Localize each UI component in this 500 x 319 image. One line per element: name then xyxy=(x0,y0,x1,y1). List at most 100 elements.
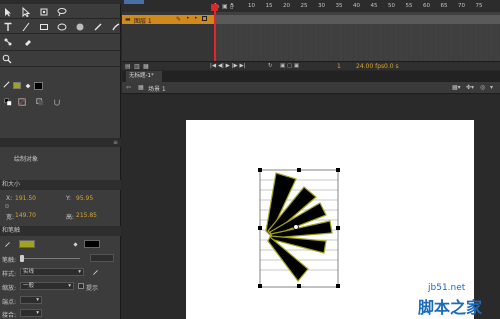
edit-symbol-icon[interactable]: ✤▾ xyxy=(466,84,474,91)
layer-frame-row[interactable] xyxy=(214,15,500,24)
x-value[interactable]: 191.50 xyxy=(15,195,36,202)
h-label: 高: xyxy=(66,214,75,221)
link-icon[interactable] xyxy=(4,203,10,211)
chevron-down-icon: ▾ xyxy=(36,297,39,303)
frame-ruler[interactable]: 151015202530354045505560657075 xyxy=(214,3,500,11)
tools-properties-panel: ≡ 绘制对象 和大小 X: 191.50 Y: 95.95 宽: 149.70 … xyxy=(0,0,121,319)
zoom-dropdown-icon[interactable]: ▾ xyxy=(490,84,493,91)
new-layer-icon[interactable]: ▤ xyxy=(125,63,131,70)
transform-handle[interactable] xyxy=(336,168,340,172)
timeline-tab[interactable] xyxy=(124,0,144,4)
frame-tick-label: 10 xyxy=(248,3,255,9)
onion-skin-icon[interactable]: ▣ ▢ ▣ xyxy=(280,63,299,69)
fill-stroke-section[interactable]: 和笔触 xyxy=(0,226,121,236)
text-tool-icon[interactable] xyxy=(2,21,14,33)
polystar-tool-icon[interactable] xyxy=(74,21,86,33)
fan-shape-drawing[interactable] xyxy=(250,165,345,290)
pencil-tool-icon[interactable] xyxy=(92,21,104,33)
stroke-swatch[interactable] xyxy=(13,82,21,89)
transform-handle[interactable] xyxy=(336,284,340,288)
panel-menu-icon[interactable]: ≡ xyxy=(113,139,118,146)
swap-colors-icon[interactable] xyxy=(36,98,44,108)
stroke-color-swatch[interactable] xyxy=(19,240,35,248)
stroke-width-input[interactable] xyxy=(90,254,114,262)
transform-point[interactable] xyxy=(293,224,299,230)
scale-dropdown[interactable]: 一般 ▾ xyxy=(20,282,74,290)
transform-handle[interactable] xyxy=(258,284,262,288)
join-label: 接合: xyxy=(2,312,17,319)
lock-dot-icon[interactable]: • xyxy=(194,15,198,22)
edit-stroke-style-icon[interactable] xyxy=(92,269,99,278)
playback-controls[interactable]: |◀ ◀| ▶ |▶ ▶| xyxy=(210,63,246,69)
stroke-slider-track[interactable] xyxy=(20,258,80,259)
free-transform-tool-icon[interactable] xyxy=(38,6,50,18)
no-color-icon[interactable] xyxy=(18,98,26,108)
fill-swatch[interactable] xyxy=(34,82,43,90)
outline-toggle-icon[interactable] xyxy=(202,16,207,21)
visibility-dot-icon[interactable]: • xyxy=(186,15,190,22)
style-value: 实线 xyxy=(23,269,35,275)
fill-bucket-icon xyxy=(72,241,79,250)
stroke-color-icon[interactable] xyxy=(2,80,11,91)
y-value[interactable]: 95.95 xyxy=(76,195,93,202)
rectangle-tool-icon[interactable] xyxy=(38,21,50,33)
cap-dropdown[interactable]: ▾ xyxy=(20,296,42,304)
back-arrow-icon[interactable]: ⇦ xyxy=(126,84,131,91)
playhead-line[interactable] xyxy=(214,4,216,62)
lasso-tool-icon[interactable] xyxy=(56,6,68,18)
playhead-handle[interactable] xyxy=(211,4,218,11)
join-dropdown[interactable]: ▾ xyxy=(20,309,42,317)
black-white-icon[interactable] xyxy=(4,98,12,108)
frame-tick-label: 70 xyxy=(458,3,465,9)
style-dropdown[interactable]: 实线 ▾ xyxy=(20,268,84,276)
selection-tool-icon[interactable] xyxy=(2,6,14,18)
document-tab[interactable]: 无标题-1* × xyxy=(126,71,162,90)
scene-icon: ▦ xyxy=(138,84,144,91)
loop-icon[interactable]: ↻ xyxy=(268,63,273,69)
delete-layer-icon[interactable]: ▦ xyxy=(143,63,149,70)
transform-handle[interactable] xyxy=(258,168,262,172)
fill-color-swatch[interactable] xyxy=(84,240,100,248)
fill-bucket-icon[interactable] xyxy=(24,82,32,92)
document-title: 无标题-1* xyxy=(129,73,154,79)
scale-value: 一般 xyxy=(23,283,35,289)
hint-label: 提示 xyxy=(86,285,99,292)
new-folder-icon[interactable]: ▥ xyxy=(134,63,140,70)
bone-tool-icon[interactable] xyxy=(2,36,14,48)
scene-label[interactable]: 场景 1 xyxy=(148,84,166,93)
frame-rate[interactable]: 24.00 fps xyxy=(356,63,384,70)
transform-handle[interactable] xyxy=(336,226,340,230)
line-tool-icon[interactable] xyxy=(20,21,32,33)
stroke-slider-thumb[interactable] xyxy=(20,255,24,262)
layer-name[interactable]: 图层 1 xyxy=(134,16,152,25)
ellipse-tool-icon[interactable] xyxy=(56,21,68,33)
section-label: 和笔触 xyxy=(2,227,21,234)
center-stage-icon[interactable]: ◎ xyxy=(480,84,485,91)
frame-tick-label: 25 xyxy=(300,3,308,9)
timeline-controls: ▤ ▥ ▦ |◀ ◀| ▶ |▶ ▶| ↻ ▣ ▢ ▣ 1 24.00 fps … xyxy=(122,61,500,70)
edit-scene-icon[interactable]: ▦▾ xyxy=(452,84,461,91)
h-value[interactable]: 215.85 xyxy=(76,212,97,219)
scale-label: 缩放: xyxy=(2,285,17,292)
zoom-tool-icon[interactable] xyxy=(2,54,12,66)
panel-header xyxy=(0,0,121,4)
watermark-url: jb51.net xyxy=(428,283,466,293)
brush-tool-icon[interactable] xyxy=(110,21,122,33)
pencil-icon: ✎ xyxy=(176,16,182,23)
position-size-section[interactable]: 和大小 xyxy=(0,180,121,190)
chevron-down-icon: ▾ xyxy=(68,283,71,289)
transform-handle[interactable] xyxy=(297,284,301,288)
subselection-tool-icon[interactable] xyxy=(20,6,32,18)
frame-tick-label: 45 xyxy=(370,3,378,9)
transform-handle[interactable] xyxy=(297,168,301,172)
snap-magnet-icon[interactable] xyxy=(53,98,61,108)
y-label: Y: xyxy=(66,195,71,202)
frame-tick-label: 15 xyxy=(265,3,273,9)
hint-checkbox[interactable] xyxy=(78,283,84,289)
layer-row[interactable]: ▬ 图层 1 ✎ • • xyxy=(122,15,214,25)
eraser-tool-icon[interactable] xyxy=(22,36,34,48)
transform-handle[interactable] xyxy=(258,226,262,230)
frame-tick-label: 65 xyxy=(440,3,448,9)
w-value[interactable]: 149.70 xyxy=(15,212,36,219)
frame-tick-label: 55 xyxy=(405,3,413,9)
